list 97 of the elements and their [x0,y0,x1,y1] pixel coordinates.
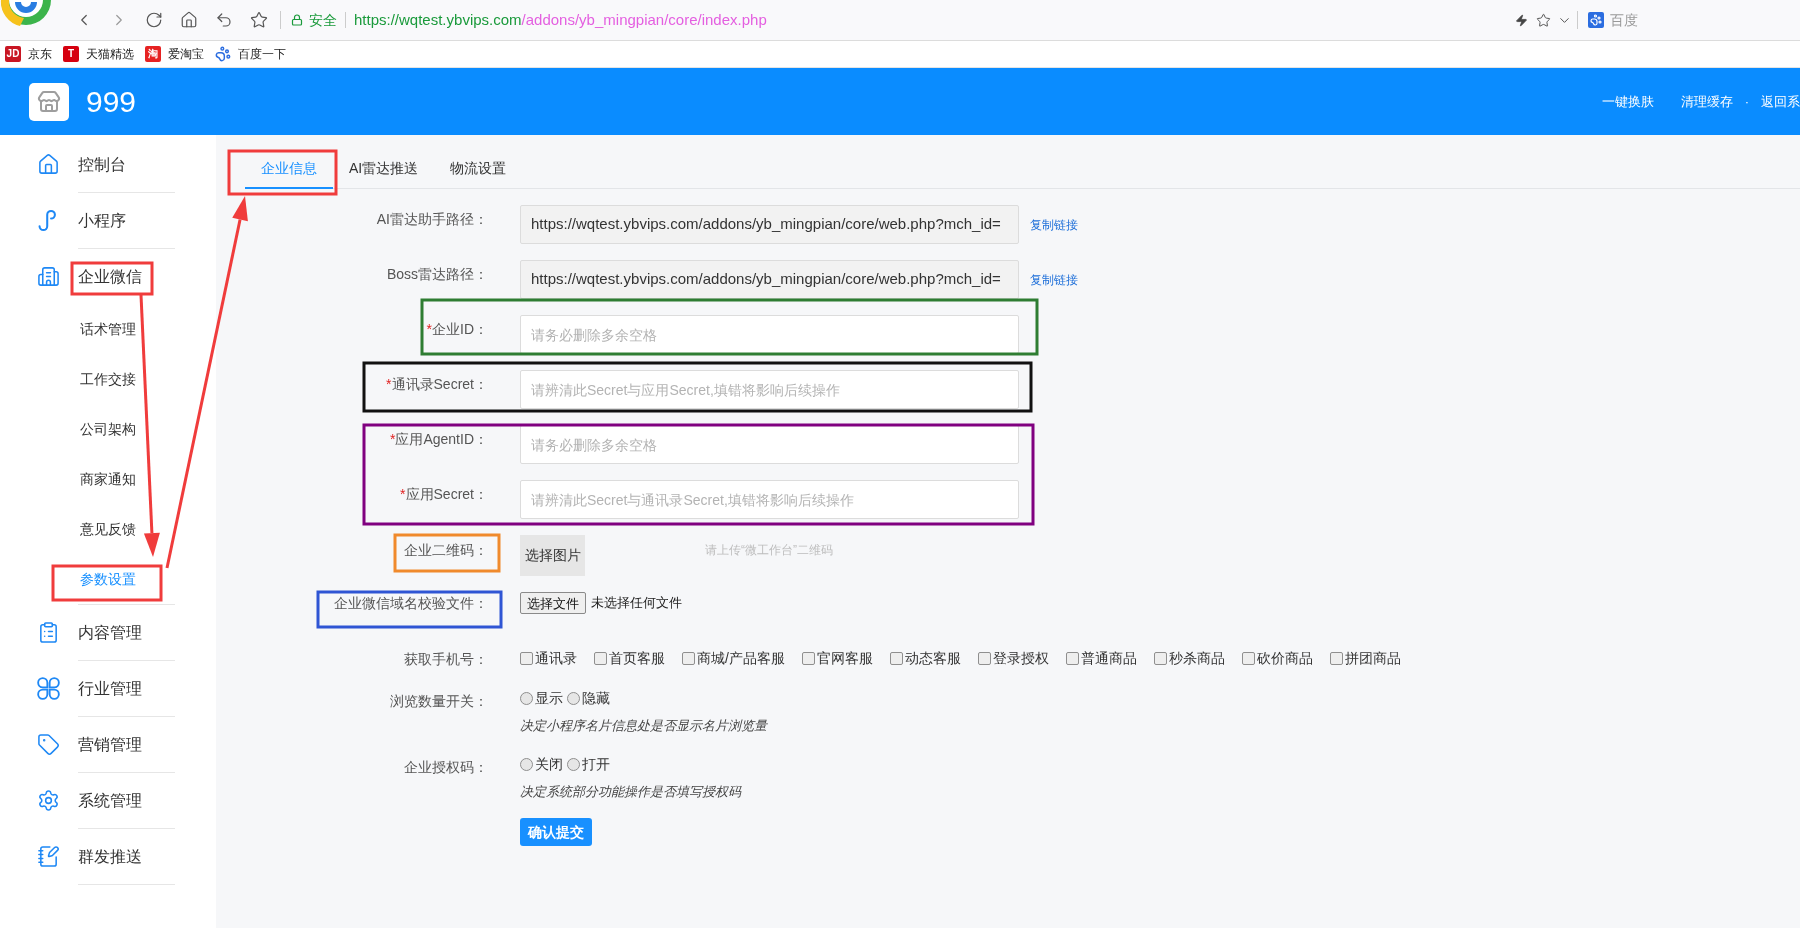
field-label: Boss雷达路径： [386,265,488,284]
sidebar-item[interactable]: 控制台 [0,137,216,192]
file-status-text: 未选择任何文件 [591,594,682,613]
input-field[interactable]: 请辨清此Secret与通讯录Secret,填错将影响后续操作 [520,480,1019,519]
field-label: *应用Secret： [400,485,488,504]
radio-button[interactable] [567,691,580,705]
bookmark-favicon: 淘 [145,46,161,62]
checkbox-label: 普通商品 [1080,648,1137,668]
bookmark-link[interactable]: T 天猫精选 [63,45,134,63]
radio-button[interactable] [567,757,580,771]
checkbox-label: 砍价商品 [1256,648,1313,668]
url-field[interactable]: https://wqtest.ybvips.com/addons/yb_mingpian/core/web.php?mch_id= [520,260,1019,299]
checkbox[interactable] [1329,651,1343,665]
building-icon [37,265,60,288]
tab[interactable]: 物流设置 [434,150,523,189]
checkbox[interactable] [889,651,903,665]
url-field[interactable]: https://wqtest.ybvips.com/addons/yb_mingpian/core/web.php?mch_id= [520,205,1019,244]
paw-icon [1588,12,1604,28]
field-label: 企业二维码： [404,541,488,560]
shop-logo-icon [29,82,69,121]
checkbox-label: 商城/产品客服 [697,648,785,668]
checkbox-label: 拼团商品 [1344,648,1401,668]
copy-link[interactable]: 复制链接 [1030,270,1078,289]
checkbox-label: 通讯录 [535,648,577,668]
bookmark-favicon: JD [5,46,21,62]
sidebar-item[interactable]: 系统管理 [0,773,216,828]
notebook-pen-icon [37,845,60,868]
paw-icon [215,46,231,62]
checkbox[interactable] [1065,651,1079,665]
field-label: *企业ID： [426,320,488,339]
clover-icon [37,677,60,700]
checkbox[interactable] [520,651,533,665]
radio-label: 显示 [535,688,563,708]
checkbox-label: 官网客服 [816,648,873,668]
checkbox[interactable] [977,651,991,665]
checkbox[interactable] [1153,651,1167,665]
field-label: 获取手机号： [404,650,488,669]
tab[interactable]: AI雷达推送 [333,150,435,189]
bookmark-favicon: T [63,46,79,62]
choose-file-button[interactable]: 选择文件 [520,592,586,614]
sidebar-subitem[interactable]: 工作交接 [0,354,216,404]
star-icon[interactable] [250,11,268,29]
sidebar-item[interactable]: 内容管理 [0,605,216,660]
sidebar-item[interactable]: 企业微信 [0,249,216,304]
sidebar-item[interactable]: 营销管理 [0,717,216,772]
sidebar-item[interactable]: 群发推送 [0,829,216,884]
clipboard-icon [37,621,60,644]
home-icon[interactable] [180,11,198,29]
bookmark-link[interactable]: 淘 爱淘宝 [145,45,204,63]
search-field[interactable]: 百度 [1610,7,1800,33]
sidebar-item[interactable]: 小程序 [0,193,216,248]
checkbox-label: 动态客服 [904,648,961,668]
hint-text: 决定小程序名片信息处是否显示名片浏览量 [520,717,767,735]
separator-dot: · [1744,92,1749,111]
input-field[interactable]: 请辨清此Secret与应用Secret,填错将影响后续操作 [520,370,1019,409]
checkbox[interactable] [1241,651,1255,665]
radio-button[interactable] [520,757,533,771]
checkbox-label: 秒杀商品 [1168,648,1225,668]
field-label: AI雷达助手路径： [376,210,488,229]
hint-text: 决定系统部分功能操作是否填写授权码 [520,783,741,801]
checkbox[interactable] [594,651,607,665]
field-label: 企业微信域名校验文件： [334,594,488,613]
copy-link[interactable]: 复制链接 [1030,215,1078,234]
radio-label: 打开 [582,754,610,774]
choose-image-button[interactable]: 选择图片 [520,535,585,576]
field-label: 企业授权码： [404,758,488,777]
field-label: *应用AgentID： [389,430,488,449]
field-label: 浏览数量开关： [390,692,488,711]
bookmark-link[interactable]: 百度一下 [215,45,286,63]
url-text: https://wqtest.ybvips.com/addons/yb_mingpian/core/index.php [354,9,767,30]
address-field[interactable]: 安全 https://wqtest.ybvips.com/addons/yb_mingpian/core/index.php [291,7,767,33]
undo-icon[interactable] [215,11,233,29]
sidebar-item[interactable]: 行业管理 [0,661,216,716]
sidebar-subitem[interactable]: 商家通知 [0,454,216,504]
input-field[interactable]: 请务必删除多余空格 [520,315,1019,354]
checkbox[interactable] [682,651,695,665]
sidebar-subitem[interactable]: 话术管理 [0,304,216,354]
sidebar-subitem[interactable]: 公司架构 [0,404,216,454]
sidebar-subitem[interactable]: 意见反馈 [0,504,216,554]
bookmark-link[interactable]: JD 京东 [5,45,52,63]
star-icon[interactable] [1536,12,1551,28]
radio-label: 隐藏 [582,688,610,708]
home-icon [37,153,60,176]
radio-label: 关闭 [535,754,563,774]
lightning-icon[interactable] [1515,13,1528,27]
input-field[interactable]: 请务必删除多余空格 [520,425,1019,464]
lock-icon [291,14,303,26]
radio-button[interactable] [520,691,533,705]
reload-icon[interactable] [145,11,163,29]
tag-icon [37,733,60,756]
app-title: 999 [86,86,137,117]
checkbox-label: 首页客服 [609,648,665,668]
settings-icon [37,789,60,812]
checkbox-label: 登录授权 [992,648,1049,668]
security-label: 安全 [309,10,337,30]
field-label: *通讯录Secret： [386,375,488,394]
checkbox[interactable] [801,651,815,665]
